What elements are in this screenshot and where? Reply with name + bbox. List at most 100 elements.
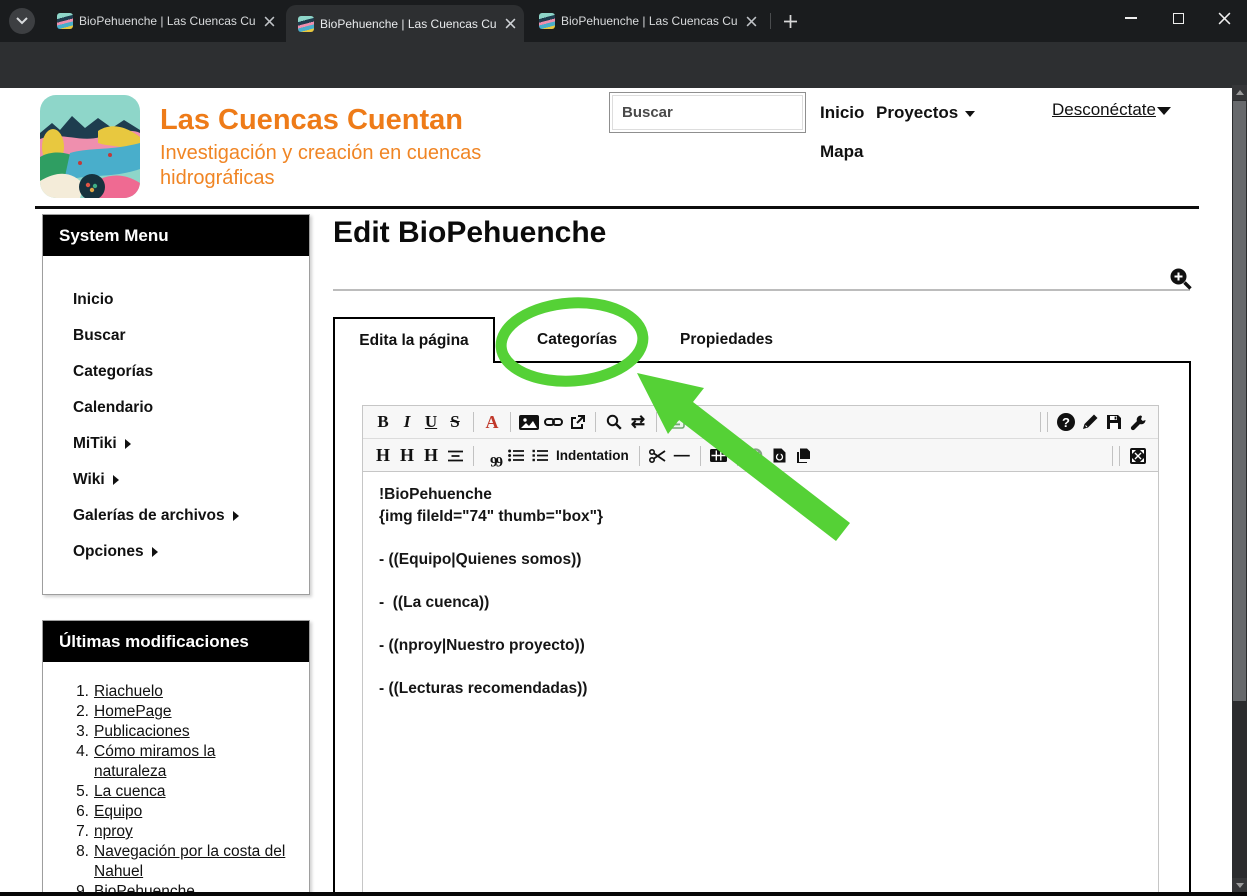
caret-down-icon[interactable] (1157, 107, 1171, 115)
tab-search-button[interactable] (9, 8, 35, 34)
zoom-in-button[interactable] (1168, 266, 1194, 292)
list-item: 4.Cómo miramos la naturaleza (65, 742, 301, 782)
logout-link[interactable]: Desconéctate (1052, 100, 1156, 120)
sidebar-item-galerias[interactable]: Galerías de archivos (43, 498, 309, 534)
list-item: 6.Equipo (65, 802, 301, 822)
nav-proyectos[interactable]: Proyectos (876, 103, 975, 123)
site-search-input[interactable] (609, 92, 806, 133)
numbered-list-icon (532, 449, 548, 462)
window-maximize-button[interactable] (1155, 0, 1201, 36)
wiki-editor-textarea[interactable]: !BioPehuenche {img fileId="74" thumb="bo… (362, 472, 1159, 896)
numbered-list-button[interactable] (529, 443, 551, 469)
heading2-button[interactable]: H (396, 443, 418, 469)
wiki-page-link[interactable]: Riachuelo (94, 682, 163, 702)
site-favicon (57, 13, 73, 29)
sidebar-item-mitiki[interactable]: MiTiki (43, 426, 309, 462)
plus-icon (784, 15, 797, 28)
edit-source-button[interactable] (1079, 409, 1101, 435)
wiki-page-link[interactable]: Cómo miramos la naturaleza (94, 742, 215, 782)
page-scrollbar[interactable] (1232, 85, 1247, 896)
new-tab-button[interactable] (778, 9, 802, 33)
heading3-button[interactable]: H (420, 443, 442, 469)
window-minimize-button[interactable] (1108, 0, 1154, 36)
system-menu-box: System Menu Inicio Buscar Categorías Cal… (42, 214, 310, 595)
list-item: 2.HomePage (65, 702, 301, 722)
sidebar-item-opciones[interactable]: Opciones (43, 534, 309, 570)
wiki-page-link[interactable]: Equipo (94, 802, 142, 822)
sidebar-item-categorias[interactable]: Categorías (43, 354, 309, 390)
title-bar-button[interactable] (444, 443, 466, 469)
tab-panel-border (495, 361, 1190, 363)
indentation-button[interactable]: Indentation (556, 443, 629, 469)
paste-code-button[interactable] (769, 443, 791, 469)
site-subtitle-line2: hidrográficas (160, 167, 275, 190)
save-button[interactable] (1103, 409, 1125, 435)
tab-close-icon[interactable] (264, 16, 275, 27)
wiki-page-link[interactable]: HomePage (94, 702, 172, 722)
scrollbar-thumb[interactable] (1233, 101, 1246, 701)
tab-close-icon[interactable] (505, 18, 516, 29)
scroll-up-button[interactable] (1232, 85, 1247, 100)
special-chars-button[interactable] (664, 409, 686, 435)
nav-mapa[interactable]: Mapa (820, 142, 863, 162)
sidebar-item-inicio[interactable]: Inicio (43, 282, 309, 318)
sidebar-item-buscar[interactable]: Buscar (43, 318, 309, 354)
insert-link-button[interactable] (542, 409, 564, 435)
fullscreen-button[interactable] (1127, 443, 1149, 469)
replace-button[interactable]: ⇄ (627, 409, 649, 435)
tab-categorias[interactable]: Categorías (537, 325, 617, 355)
wiki-page-link[interactable]: nproy (94, 822, 133, 842)
maximize-icon (1173, 13, 1184, 24)
cut-button[interactable] (647, 443, 669, 469)
last-modifications-box: Últimas modificaciones 1.Riachuelo 2.Hom… (42, 620, 310, 896)
wiki-page-link[interactable]: Navegación por la costa del Nahuel (94, 842, 285, 882)
bold-button[interactable]: B (372, 409, 394, 435)
site-title[interactable]: Las Cuencas Cuentan (160, 104, 463, 137)
tab-propiedades[interactable]: Propiedades (680, 325, 773, 355)
browser-tab-2-active[interactable]: BioPehuenche | Las Cuencas Cu (286, 5, 524, 42)
tab-edita-la-pagina[interactable]: Edita la página (333, 317, 495, 363)
tab-close-icon[interactable] (746, 16, 757, 27)
link-icon (544, 416, 563, 428)
admin-tools-button[interactable] (1127, 409, 1149, 435)
sidebar-item-wiki[interactable]: Wiki (43, 462, 309, 498)
wiki-page-link[interactable]: La cuenca (94, 782, 166, 802)
insert-image-button[interactable] (518, 409, 540, 435)
taskbar-edge (0, 892, 1247, 896)
no-parse-button[interactable]: ⊘ (745, 443, 767, 469)
italic-button[interactable]: I (396, 409, 418, 435)
list-item: 1.Riachuelo (65, 682, 301, 702)
external-link-button[interactable] (566, 409, 588, 435)
browser-tab-3[interactable]: BioPehuenche | Las Cuencas Cu (527, 0, 765, 42)
image-icon (519, 415, 539, 430)
tab-title: BioPehuenche | Las Cuencas Cu (561, 14, 740, 28)
tab-title: BioPehuenche | Las Cuencas Cu (79, 14, 258, 28)
underline-button[interactable]: U (420, 409, 442, 435)
heading1-button[interactable]: H (372, 443, 394, 469)
tab-strip: BioPehuenche | Las Cuencas Cu BioPehuenc… (0, 0, 1247, 42)
list-item: 5.La cuenca (65, 782, 301, 802)
find-button[interactable] (603, 409, 625, 435)
submenu-arrow-icon (233, 511, 239, 521)
keyboard-icon (665, 415, 685, 429)
blockquote-button[interactable]: 66 (481, 443, 503, 469)
text-color-button[interactable]: A (481, 409, 503, 435)
horizontal-rule-button[interactable]: — (671, 443, 693, 469)
nav-inicio[interactable]: Inicio (820, 103, 864, 123)
search-icon (606, 414, 622, 430)
chevron-down-icon (16, 17, 28, 25)
browser-tab-1[interactable]: BioPehuenche | Las Cuencas Cu (45, 0, 283, 42)
submenu-arrow-icon (152, 547, 158, 557)
site-logo[interactable] (40, 95, 140, 198)
sidebar-item-calendario[interactable]: Calendario (43, 390, 309, 426)
external-link-icon (570, 415, 585, 430)
wiki-source-text: !BioPehuenche {img fileId="74" thumb="bo… (363, 472, 1158, 711)
window-close-button[interactable] (1201, 0, 1247, 36)
copy-page-button[interactable] (793, 443, 815, 469)
strikethrough-button[interactable]: S (444, 409, 466, 435)
insert-table-button[interactable] (708, 443, 730, 469)
wiki-page-link[interactable]: Publicaciones (94, 722, 190, 742)
help-button[interactable]: ? (1055, 409, 1077, 435)
bullet-list-button[interactable] (505, 443, 527, 469)
scroll-down-button[interactable] (1232, 878, 1247, 893)
